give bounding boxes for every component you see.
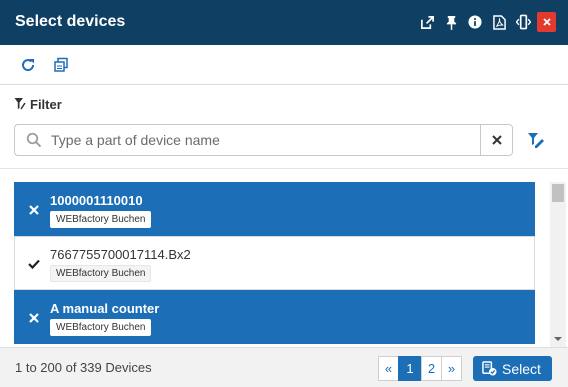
device-name: A manual counter bbox=[50, 301, 160, 316]
search-input[interactable] bbox=[51, 130, 471, 150]
scroll-down-icon[interactable] bbox=[553, 335, 563, 343]
select-devices-icon bbox=[482, 361, 497, 376]
divider bbox=[0, 168, 568, 169]
device-list: 1000001110010 WEBfactory Buchen 76677557… bbox=[14, 182, 535, 347]
page-next-button[interactable]: » bbox=[441, 356, 462, 381]
pagination: « 1 2 » bbox=[378, 356, 462, 381]
check-icon bbox=[27, 257, 41, 271]
page-prev-button[interactable]: « bbox=[378, 356, 399, 381]
filter-header: Filter bbox=[14, 95, 62, 113]
filter-icon bbox=[14, 98, 26, 110]
resize-icon[interactable] bbox=[514, 13, 532, 31]
close-button[interactable] bbox=[537, 12, 556, 32]
select-button[interactable]: Select bbox=[473, 356, 552, 381]
edit-filter-icon bbox=[528, 133, 544, 148]
refresh-icon bbox=[22, 59, 35, 72]
pop-out-icon[interactable] bbox=[418, 13, 436, 31]
device-row[interactable]: A manual counter WEBfactory Buchen bbox=[14, 290, 535, 344]
page-1-button[interactable]: 1 bbox=[398, 356, 422, 381]
x-icon bbox=[27, 203, 41, 217]
clear-icon bbox=[492, 135, 502, 145]
pin-icon[interactable] bbox=[442, 13, 460, 31]
device-tag: WEBfactory Buchen bbox=[50, 265, 152, 282]
result-count: 1 to 200 of 339 Devices bbox=[15, 360, 152, 375]
search-box bbox=[14, 124, 513, 156]
copy-icon bbox=[54, 57, 68, 72]
list-scrollbar[interactable] bbox=[550, 182, 566, 347]
device-row[interactable]: 1000001110010 WEBfactory Buchen bbox=[14, 182, 535, 236]
search-icon bbox=[26, 132, 42, 148]
page-2-button[interactable]: 2 bbox=[421, 356, 442, 381]
copy-button[interactable] bbox=[51, 55, 71, 75]
edit-filter-button[interactable] bbox=[527, 131, 545, 149]
x-icon bbox=[27, 311, 41, 325]
device-row[interactable]: 7667755700017114.Bx2 WEBfactory Buchen bbox=[14, 236, 535, 290]
select-button-label: Select bbox=[502, 360, 541, 377]
pdf-icon[interactable] bbox=[490, 13, 508, 31]
dialog-toolbar bbox=[0, 45, 568, 85]
dialog-footer: 1 to 200 of 339 Devices « 1 2 » Select bbox=[0, 347, 568, 387]
device-tag: WEBfactory Buchen bbox=[50, 319, 152, 336]
filter-label: Filter bbox=[30, 96, 62, 112]
dialog-title: Select devices bbox=[15, 13, 126, 30]
close-icon bbox=[542, 18, 551, 26]
dialog-titlebar: Select devices bbox=[0, 0, 568, 45]
info-icon[interactable] bbox=[466, 13, 484, 31]
refresh-button[interactable] bbox=[18, 55, 38, 75]
device-tag: WEBfactory Buchen bbox=[50, 211, 152, 228]
device-name: 7667755700017114.Bx2 bbox=[50, 247, 191, 262]
device-name: 1000001110010 bbox=[50, 193, 143, 208]
scrollbar-thumb[interactable] bbox=[552, 184, 564, 202]
clear-search-button[interactable] bbox=[480, 125, 513, 155]
